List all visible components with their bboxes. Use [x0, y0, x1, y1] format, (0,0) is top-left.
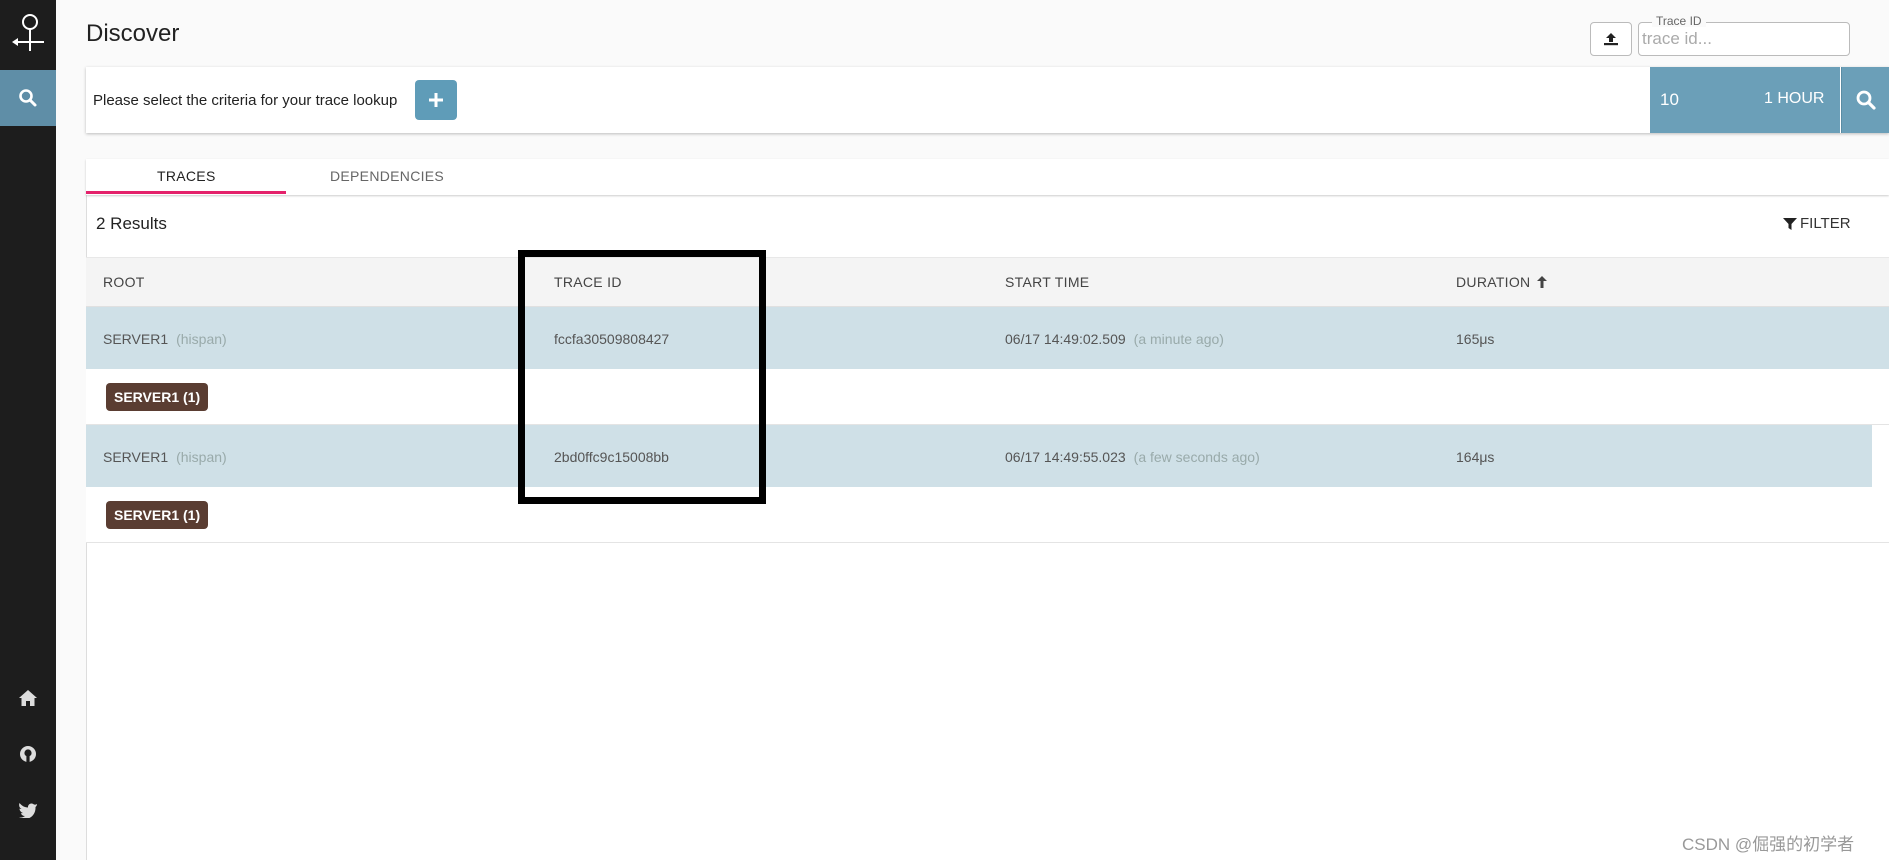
- column-start-time[interactable]: START TIME: [1005, 274, 1089, 290]
- filter-button[interactable]: FILTER: [1783, 215, 1851, 232]
- sidebar: [0, 0, 56, 860]
- nav-github[interactable]: [0, 734, 56, 774]
- column-duration[interactable]: DURATION: [1456, 274, 1548, 290]
- results-count: 2 Results: [96, 214, 167, 233]
- nav-discover[interactable]: [0, 70, 56, 126]
- row-duration: 165μs: [1456, 331, 1495, 347]
- watermark: CSDN @倔强的初学者: [1682, 835, 1855, 854]
- nav-home[interactable]: [0, 678, 56, 718]
- filter-icon: [1783, 217, 1797, 230]
- upload-icon: [1604, 33, 1618, 46]
- trace-id-label: Trace ID: [1652, 15, 1706, 27]
- page-title: Discover: [86, 20, 180, 47]
- service-tag-row: [86, 487, 1889, 543]
- row-root: SERVER1 (hispan): [103, 449, 227, 465]
- service-tag-row: [86, 369, 1889, 425]
- app-logo[interactable]: [0, 0, 56, 66]
- column-duration-label: DURATION: [1456, 274, 1531, 290]
- service-badge[interactable]: SERVER1 (1): [106, 383, 209, 411]
- plus-icon: [429, 93, 443, 107]
- arrow-up-icon: [1537, 276, 1548, 288]
- active-tab-indicator: [86, 191, 286, 194]
- upload-button[interactable]: [1590, 22, 1632, 56]
- filter-label: FILTER: [1800, 215, 1851, 232]
- row-root: SERVER1 (hispan): [103, 331, 227, 347]
- row-duration: 164μs: [1456, 449, 1495, 465]
- nav-twitter[interactable]: [0, 790, 56, 830]
- home-icon: [19, 690, 37, 706]
- tab-dependencies[interactable]: DEPENDENCIES: [330, 168, 444, 184]
- table-row[interactable]: [86, 425, 1872, 487]
- table-header: [86, 257, 1889, 307]
- add-criteria-button[interactable]: [415, 80, 457, 120]
- github-icon: [20, 746, 36, 762]
- lookback-range[interactable]: 1 HOUR: [1764, 90, 1824, 108]
- column-root[interactable]: ROOT: [103, 274, 145, 290]
- row-start-time: 06/17 14:49:02.509 (a minute ago): [1005, 331, 1224, 347]
- search-icon: [19, 89, 37, 107]
- run-search-button[interactable]: [1841, 67, 1889, 133]
- twitter-icon: [19, 803, 37, 818]
- trace-id-input[interactable]: [1642, 27, 1842, 51]
- tab-traces[interactable]: TRACES: [157, 168, 216, 184]
- annotation-highlight-box: [518, 250, 766, 504]
- limit-value[interactable]: 10: [1660, 90, 1679, 110]
- zipkin-logo-icon: [12, 14, 44, 51]
- table-row[interactable]: [86, 307, 1889, 369]
- service-badge[interactable]: SERVER1 (1): [106, 501, 209, 529]
- row-start-time: 06/17 14:49:55.023 (a few seconds ago): [1005, 449, 1260, 465]
- search-icon: [1856, 90, 1876, 110]
- criteria-prompt: Please select the criteria for your trac…: [93, 92, 398, 109]
